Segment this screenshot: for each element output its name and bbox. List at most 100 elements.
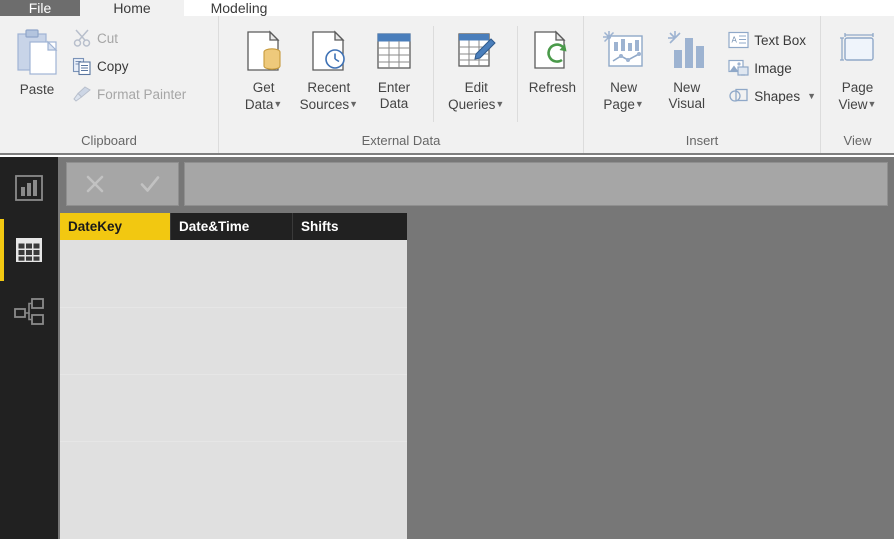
sidebar-item-report-view[interactable]: [0, 157, 58, 219]
column-header-datetime-label: Date&Time: [179, 219, 250, 234]
image-button[interactable]: Image: [724, 54, 820, 82]
formula-bar-buttons: [66, 162, 179, 206]
sidebar-item-data-view[interactable]: [0, 219, 58, 281]
table-row[interactable]: [60, 374, 407, 441]
edit-queries-label: Edit Queries▼: [448, 80, 505, 112]
recent-sources-button[interactable]: Recent Sources▼: [296, 22, 361, 113]
table-row[interactable]: [60, 441, 407, 508]
format-painter-button[interactable]: Format Painter: [68, 80, 190, 108]
data-grid-icon: [14, 235, 44, 265]
cut-label: Cut: [97, 30, 119, 46]
main-area: DateKey Date&Time Shifts: [0, 157, 894, 539]
get-data-icon: [242, 26, 286, 78]
power-bi-window: File Home Modeling Paste Cut Copy Format…: [0, 0, 894, 539]
column-header-datekey-label: DateKey: [68, 219, 123, 234]
chevron-down-icon: ▼: [867, 99, 877, 109]
ribbon-group-external-data: Get Data▼ Recent Sources▼ Enter Data Edi…: [218, 16, 583, 153]
shapes-button[interactable]: Shapes ▼: [724, 82, 820, 110]
get-data-button[interactable]: Get Data▼: [231, 22, 296, 113]
paste-button[interactable]: Paste: [6, 22, 68, 97]
new-page-button[interactable]: New Page▼: [592, 22, 655, 113]
edit-queries-icon: [454, 26, 498, 78]
ribbon-group-external-data-label: External Data: [361, 133, 441, 148]
edit-queries-button[interactable]: Edit Queries▼: [440, 22, 513, 113]
data-grid-body[interactable]: [60, 240, 407, 539]
ribbon-group-view: Page View▼ View: [820, 16, 894, 153]
ribbon-group-clipboard-label: Clipboard: [81, 133, 137, 148]
column-header-datekey[interactable]: DateKey: [60, 213, 171, 240]
page-view-icon: [834, 26, 882, 78]
tab-modeling-label: Modeling: [210, 0, 268, 16]
clipboard-small-buttons: Cut Copy Format Painter: [68, 22, 190, 108]
page-view-label: Page View▼: [838, 80, 877, 112]
ribbon: Paste Cut Copy Format Painter Clipboard …: [0, 16, 894, 155]
report-bar-chart-icon: [14, 173, 44, 203]
table-row[interactable]: [60, 240, 407, 307]
refresh-button[interactable]: Refresh: [522, 22, 583, 96]
chevron-down-icon: ▼: [495, 99, 505, 109]
tab-strip-filler: [294, 0, 894, 16]
model-relationships-icon: [13, 297, 45, 327]
ribbon-group-insert-label: Insert: [685, 133, 719, 148]
text-box-icon: A: [728, 31, 749, 49]
image-label: Image: [754, 60, 792, 76]
shapes-icon: [728, 87, 749, 105]
recent-sources-icon: [307, 26, 351, 78]
get-data-label: Get Data▼: [244, 80, 283, 112]
chevron-down-icon: ▼: [807, 91, 816, 101]
accept-check-icon: [138, 172, 162, 196]
tab-file-label: File: [28, 0, 52, 16]
enter-data-icon: [372, 26, 416, 78]
enter-data-label: Enter Data: [377, 80, 411, 111]
ribbon-group-view-label: View: [843, 133, 872, 148]
column-header-datetime[interactable]: Date&Time: [171, 213, 293, 240]
table-row[interactable]: [60, 307, 407, 374]
view-switch-sidebar: [0, 157, 58, 539]
insert-small-buttons: A Text Box Image Shapes ▼: [724, 22, 820, 110]
format-painter-label: Format Painter: [97, 86, 187, 102]
column-header-shifts-label: Shifts: [301, 219, 339, 234]
text-box-button[interactable]: A Text Box: [724, 26, 820, 54]
cancel-x-icon: [83, 172, 107, 196]
tab-home-label: Home: [113, 0, 151, 16]
chevron-down-icon: ▼: [349, 99, 359, 109]
refresh-label: Refresh: [528, 80, 577, 95]
tab-file[interactable]: File: [0, 0, 80, 16]
formula-input[interactable]: [184, 162, 888, 206]
new-page-icon: [600, 26, 648, 78]
paste-icon: [14, 28, 60, 78]
copy-label: Copy: [97, 58, 129, 74]
ribbon-inner-divider: [432, 26, 434, 122]
paste-label: Paste: [19, 82, 55, 97]
page-view-button[interactable]: Page View▼: [825, 22, 891, 113]
data-grid: DateKey Date&Time Shifts: [60, 213, 407, 539]
scissors-icon: [72, 28, 92, 48]
chevron-down-icon: ▼: [634, 99, 644, 109]
copy-button[interactable]: Copy: [68, 52, 190, 80]
formula-cancel-button[interactable]: [73, 164, 117, 204]
format-painter-icon: [72, 84, 92, 104]
data-grid-header-row: DateKey Date&Time Shifts: [60, 213, 407, 240]
column-header-shifts[interactable]: Shifts: [293, 213, 407, 240]
svg-text:A: A: [732, 36, 738, 45]
ribbon-group-insert: New Page▼ New Visual A Text Box Image Sh…: [583, 16, 820, 153]
sidebar-item-model-view[interactable]: [0, 281, 58, 343]
new-page-label: New Page▼: [603, 80, 644, 112]
image-icon: [728, 59, 749, 77]
copy-icon: [72, 56, 92, 76]
chevron-down-icon: ▼: [273, 99, 283, 109]
new-visual-button[interactable]: New Visual: [655, 22, 718, 112]
formula-accept-button[interactable]: [128, 164, 172, 204]
tab-modeling[interactable]: Modeling: [184, 0, 294, 16]
new-visual-icon: [665, 26, 709, 78]
shapes-label: Shapes: [754, 88, 801, 104]
ribbon-tab-strip: File Home Modeling: [0, 0, 894, 16]
tab-home[interactable]: Home: [80, 0, 184, 16]
cut-button[interactable]: Cut: [68, 24, 190, 52]
formula-bar: [66, 162, 888, 206]
ribbon-group-clipboard: Paste Cut Copy Format Painter Clipboard: [0, 16, 218, 153]
text-box-label: Text Box: [754, 32, 807, 48]
ribbon-inner-divider: [516, 26, 518, 122]
enter-data-button[interactable]: Enter Data: [361, 22, 426, 112]
recent-sources-label: Recent Sources▼: [299, 80, 359, 112]
